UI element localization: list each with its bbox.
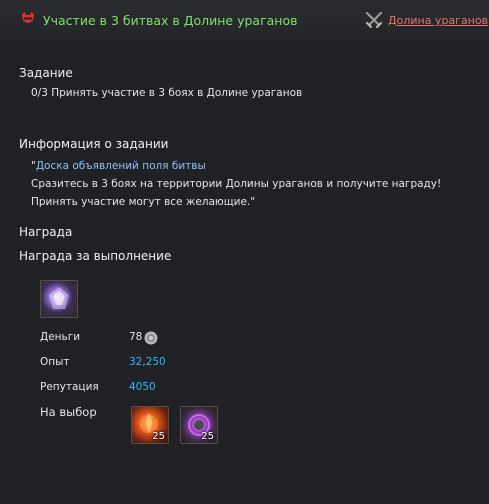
- region-link[interactable]: Долина ураганов: [388, 14, 488, 27]
- reward-item-slot[interactable]: [40, 280, 78, 318]
- crystal-box-icon: [49, 287, 69, 309]
- reward-completion-heading: Награда за выполнение: [19, 249, 172, 263]
- exp-value: 32,250: [129, 356, 166, 368]
- crossed-swords-icon: [365, 11, 383, 28]
- choice-count: 25: [201, 431, 214, 442]
- info-line-1: Сразитесь в 3 боях на территории Долины …: [31, 178, 442, 190]
- reward-heading: Награда: [19, 225, 73, 239]
- info-source-line: "Доска объявлений поля битвы: [31, 160, 206, 172]
- quest-header: Участие в 3 битвах в Долине ураганов Дол…: [0, 0, 489, 40]
- money-label: Деньги: [40, 331, 81, 343]
- choice-label: На выбор: [40, 405, 97, 419]
- objective-text: 0/3 Принять участие в 3 боях в Долине ур…: [31, 87, 303, 99]
- choice-count: 25: [152, 431, 165, 442]
- choice-item-arcane[interactable]: 25: [180, 406, 218, 444]
- info-source: Доска объявлений поля битвы: [35, 160, 206, 172]
- choice-item-fire[interactable]: 25: [131, 406, 169, 444]
- objective-heading: Задание: [19, 66, 73, 80]
- rep-label: Репутация: [40, 381, 99, 393]
- quest-title: Участие в 3 битвах в Долине ураганов: [43, 13, 298, 28]
- quest-mask-icon: [22, 12, 34, 23]
- exp-label: Опыт: [40, 356, 70, 368]
- info-heading: Информация о задании: [19, 137, 169, 151]
- rep-value: 4050: [129, 381, 156, 393]
- silver-coin-icon: [144, 331, 158, 345]
- info-line-2: Принять участие могут все желающие.": [31, 196, 256, 208]
- money-value: 78: [129, 331, 143, 343]
